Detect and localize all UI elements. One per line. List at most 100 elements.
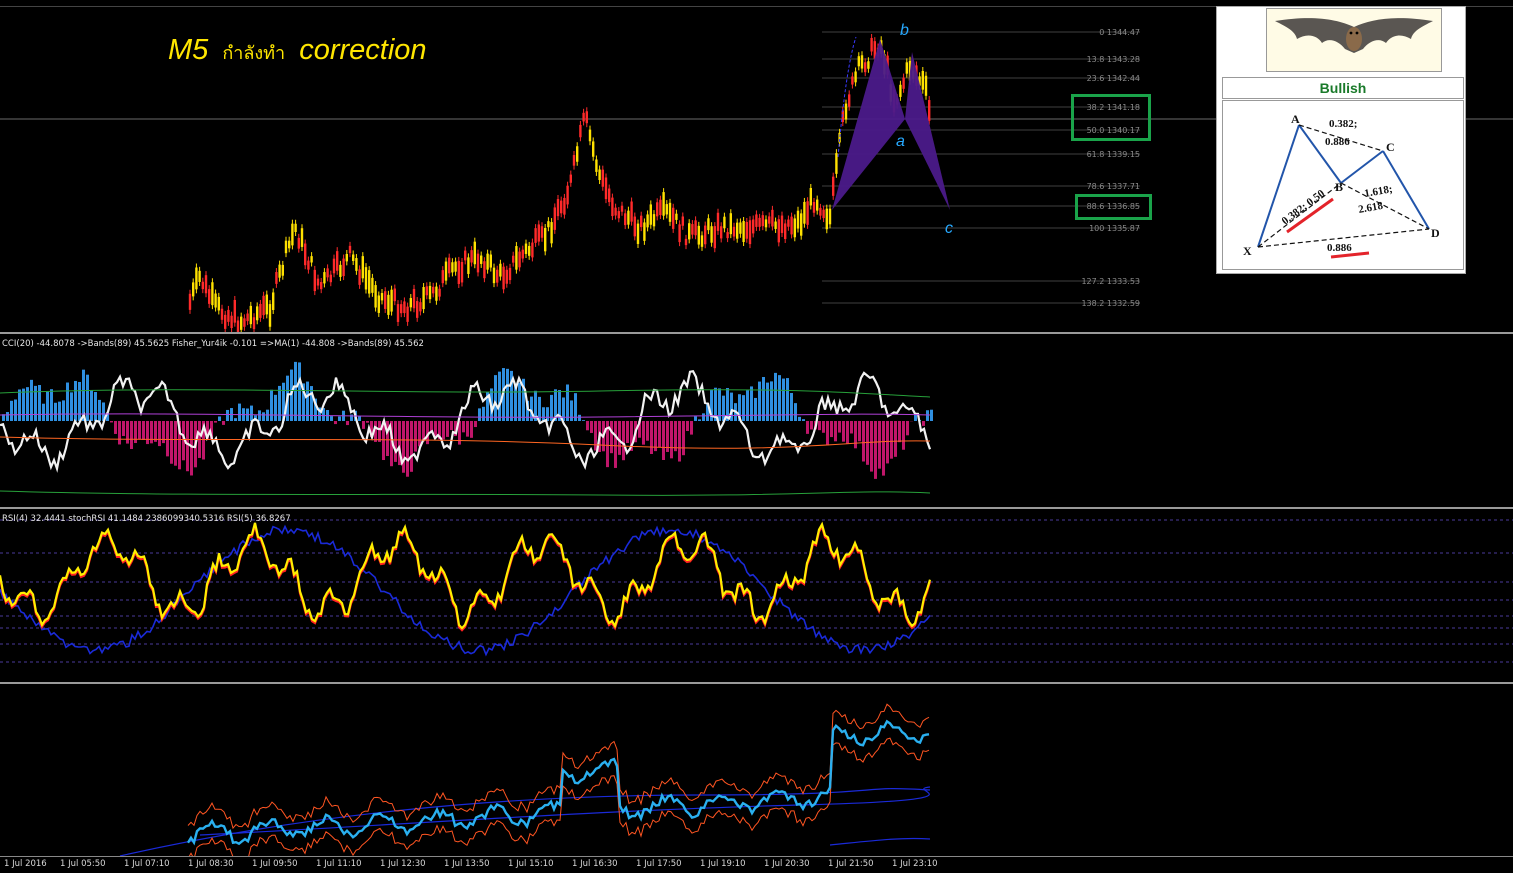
candle-body: [477, 254, 479, 273]
candle-body: [400, 304, 402, 313]
cci-histogram-bar: [66, 383, 69, 421]
candle-body: [368, 270, 370, 293]
cci-pane[interactable]: [0, 335, 1513, 506]
correction-label: correction: [299, 34, 426, 66]
candle-body: [381, 293, 383, 300]
ratio-ab-1: 0.382;: [1329, 118, 1357, 130]
candle-body: [611, 198, 613, 216]
candle-body: [349, 246, 351, 253]
candle-body: [320, 282, 322, 289]
candle-body: [294, 224, 296, 232]
candle-body: [534, 228, 536, 243]
cci-histogram-bar: [258, 410, 261, 421]
candle-body: [662, 192, 664, 216]
candle-body: [640, 216, 642, 227]
cci-histogram-bar: [506, 369, 509, 421]
fib-level-label: 61.8 1339.15: [1060, 150, 1140, 159]
rsi-chart[interactable]: [0, 510, 1513, 682]
cci-histogram-bar: [174, 421, 177, 466]
cci-histogram-bar: [690, 421, 693, 435]
candle-body: [259, 304, 261, 318]
cci-histogram-bar: [470, 421, 473, 438]
cci-histogram-bar: [754, 398, 757, 421]
cci-histogram-bar: [610, 421, 613, 453]
cci-histogram-bar: [838, 421, 841, 433]
candle-body: [758, 218, 760, 227]
fib-level-label: 100 1335.87: [1060, 224, 1140, 233]
candle-body: [330, 275, 332, 283]
cci-histogram-bar: [886, 421, 889, 463]
cci-histogram-bar: [870, 421, 873, 472]
candle-body: [707, 218, 709, 230]
candle-body: [714, 226, 716, 248]
cci-histogram-bar: [906, 421, 909, 435]
cci-histogram-bar: [914, 414, 917, 421]
candle-body: [362, 256, 364, 278]
cci-histogram-bar: [450, 421, 453, 430]
cci-histogram-bar: [494, 375, 497, 421]
bands-chart[interactable]: [0, 685, 1513, 856]
candle-body: [538, 224, 540, 241]
candle-body: [816, 200, 818, 211]
time-axis-tick: 1 Jul 20:30: [764, 859, 810, 869]
candle-body: [230, 316, 232, 328]
candle-body: [378, 296, 380, 313]
candle-body: [496, 270, 498, 283]
candle-body: [419, 302, 421, 311]
rsi-pane[interactable]: [0, 510, 1513, 682]
cci-histogram-bar: [542, 407, 545, 421]
cci-histogram-bar: [658, 421, 661, 447]
candle-body: [269, 304, 271, 327]
time-axis-tick: 1 Jul 16:30: [572, 859, 618, 869]
wave-label-b: b: [900, 22, 909, 40]
candle-body: [550, 222, 552, 243]
cci-histogram-bar: [94, 392, 97, 421]
cci-histogram-bar: [170, 421, 173, 464]
cci-histogram-bar: [334, 421, 337, 424]
candle-body: [864, 62, 866, 72]
candle-body: [227, 310, 229, 322]
cci-histogram-bar: [250, 406, 253, 421]
cci-histogram-bar: [22, 389, 25, 421]
time-axis-tick: 1 Jul 19:10: [700, 859, 746, 869]
cci-histogram-bar: [678, 421, 681, 462]
candle-body: [928, 100, 930, 121]
pane-separator[interactable]: [0, 332, 1513, 334]
candle-body: [416, 301, 418, 318]
candle-body: [899, 85, 901, 97]
ratio-bd-1: 1.618;: [1363, 183, 1393, 200]
cci-histogram-bar: [78, 382, 81, 421]
candle-body: [470, 250, 472, 262]
cci-histogram-bar: [446, 421, 449, 437]
cci-chart[interactable]: [0, 335, 1513, 506]
candle-body: [352, 254, 354, 261]
candle-body: [432, 287, 434, 293]
cci-histogram-bar: [890, 421, 893, 459]
ma-line-bottom: [830, 838, 930, 845]
candle-body: [624, 213, 626, 225]
candle-body: [490, 255, 492, 268]
candle-body: [627, 211, 629, 225]
candle-body: [618, 211, 620, 218]
candle-body: [355, 258, 357, 271]
cci-histogram-bar: [670, 421, 673, 458]
candle-body: [266, 295, 268, 315]
candle-body: [310, 256, 312, 262]
candle-body: [563, 198, 565, 215]
cci-histogram-bar: [922, 421, 925, 426]
point-x-label: X: [1243, 244, 1252, 258]
cci-histogram-bar: [882, 421, 885, 476]
candle-body: [566, 186, 568, 205]
candle-body: [221, 309, 223, 320]
cci-histogram-bar: [54, 403, 57, 421]
candle-body: [784, 223, 786, 239]
pane-separator[interactable]: [0, 507, 1513, 509]
bands-pane[interactable]: [0, 685, 1513, 856]
candle-body: [240, 317, 242, 330]
candle-body: [733, 227, 735, 237]
candle-body: [506, 270, 508, 284]
candle-body: [531, 243, 533, 258]
cci-histogram-bar: [10, 401, 13, 421]
candle-body: [525, 244, 527, 254]
pane-separator[interactable]: [0, 682, 1513, 684]
